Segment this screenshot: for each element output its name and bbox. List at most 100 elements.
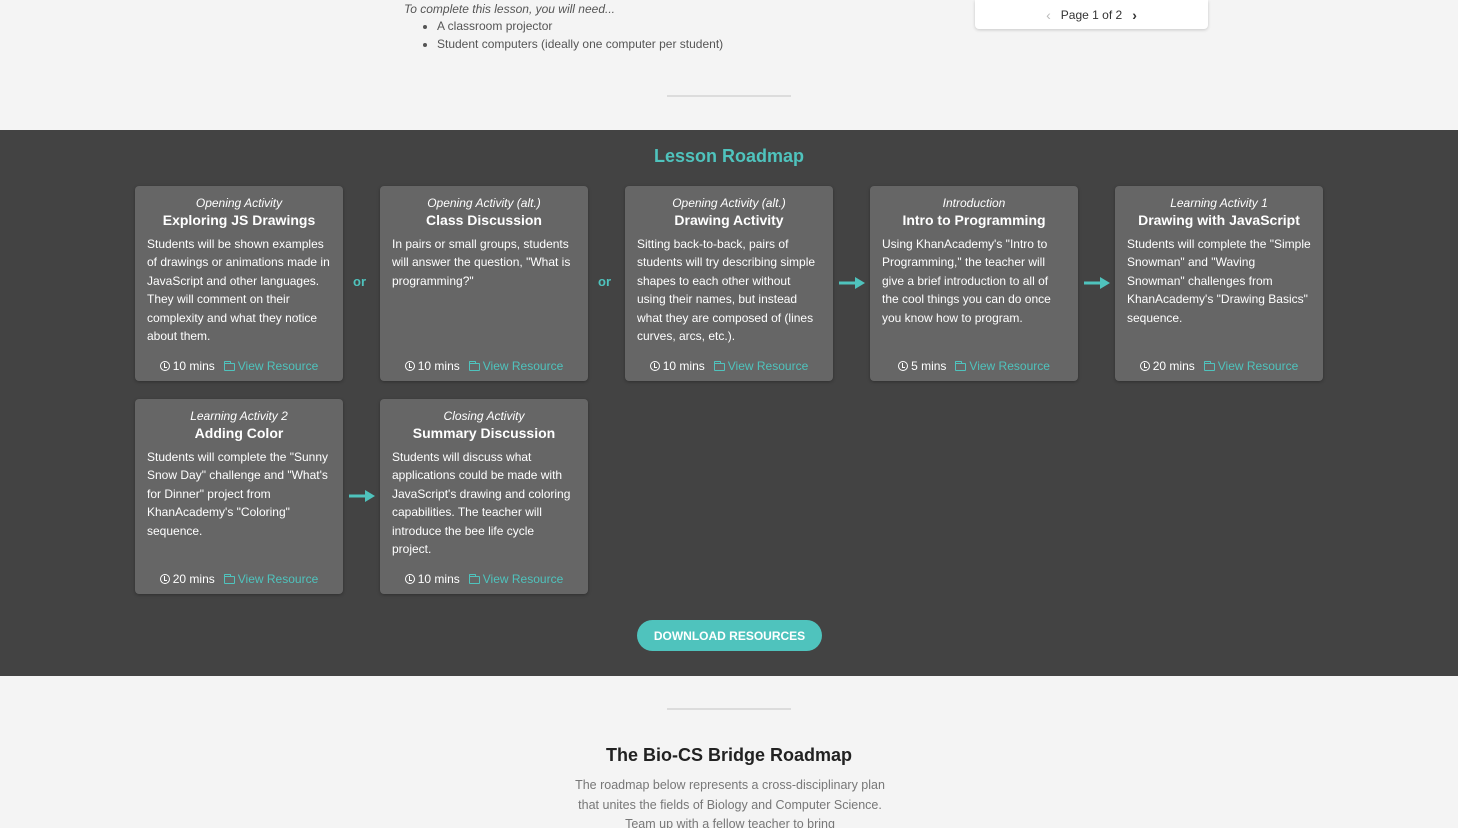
activity-type: Learning Activity 1 (1170, 196, 1268, 210)
chevron-right-icon[interactable]: › (1132, 8, 1137, 22)
clock-icon (159, 361, 170, 371)
view-resource-link[interactable]: View Resource (223, 359, 319, 373)
materials-needs: To complete this lesson, you will need..… (404, 2, 723, 55)
view-resource-label: View Resource (237, 359, 319, 373)
activity-description: Students will be shown examples of drawi… (147, 237, 330, 344)
view-resource-label: View Resource (237, 572, 319, 586)
activity-type: Introduction (942, 196, 1006, 210)
view-resource-label: View Resource (1217, 359, 1299, 373)
activity-type: Learning Activity 2 (190, 409, 288, 423)
view-resource-label: View Resource (482, 572, 564, 586)
activity-card: Learning Activity 2 Adding Color Student… (135, 399, 343, 594)
activity-duration: 5 mins (898, 359, 946, 373)
download-resources-button[interactable]: DOWNLOAD RESOURCES (637, 620, 822, 651)
clock-icon (898, 361, 909, 371)
materials-list: A classroom projector Student computers … (404, 19, 723, 52)
duration-label: 10 mins (662, 359, 705, 373)
activity-duration: 20 mins (1139, 359, 1195, 373)
activity-duration: 10 mins (404, 359, 460, 373)
view-resource-link[interactable]: View Resource (713, 359, 809, 373)
materials-intro: To complete this lesson, you will need..… (404, 2, 616, 16)
duration-label: 10 mins (417, 359, 460, 373)
activity-title: Exploring JS Drawings (162, 212, 316, 228)
folder-icon (468, 360, 480, 371)
list-item: Student computers (ideally one computer … (437, 37, 723, 52)
pagination: ‹ Page 1 of 2 › (975, 0, 1208, 29)
folder-icon (1203, 360, 1215, 371)
activity-meta: 10 mins View Resource (625, 359, 833, 373)
materials-section: To complete this lesson, you will need..… (0, 0, 1458, 130)
clock-icon (404, 361, 415, 371)
activity-meta: 20 mins View Resource (135, 572, 343, 586)
bio-cs-section: The Bio-CS Bridge Roadmap The roadmap be… (0, 676, 1458, 828)
activity-duration: 10 mins (159, 359, 215, 373)
activity-type: Opening Activity (195, 196, 283, 210)
activity-title: Intro to Programming (902, 212, 1046, 228)
folder-icon (223, 573, 235, 584)
activity-meta: 5 mins View Resource (870, 359, 1078, 373)
activity-title: Adding Color (194, 425, 284, 441)
activity-type: Opening Activity (alt.) (672, 196, 786, 210)
section-title: The Bio-CS Bridge Roadmap (605, 745, 852, 765)
arrow-right-icon (1084, 277, 1110, 289)
or-connector: or (353, 274, 366, 289)
view-resource-label: View Resource (482, 359, 564, 373)
activity-duration: 10 mins (404, 572, 460, 586)
or-connector: or (598, 274, 611, 289)
view-resource-link[interactable]: View Resource (955, 359, 1050, 373)
section-divider (667, 95, 791, 97)
activity-duration: 10 mins (649, 359, 705, 373)
list-item: A classroom projector (437, 19, 723, 34)
activity-card: Closing Activity Summary Discussion Stud… (380, 399, 588, 594)
activity-description: Students will complete the "Sunny Snow D… (147, 450, 329, 538)
activity-type: Opening Activity (alt.) (427, 196, 541, 210)
clock-icon (649, 361, 660, 371)
folder-icon (223, 360, 235, 371)
activity-description: In pairs or small groups, students will … (392, 237, 571, 288)
duration-label: 10 mins (172, 359, 215, 373)
view-resource-label: View Resource (969, 359, 1050, 373)
activity-card: Learning Activity 1 Drawing with JavaScr… (1115, 186, 1323, 381)
section-description: The roadmap below represents a cross-dis… (575, 778, 885, 828)
view-resource-label: View Resource (727, 359, 809, 373)
clock-icon (404, 574, 415, 584)
duration-label: 20 mins (172, 572, 215, 586)
activity-title: Drawing Activity (674, 212, 784, 228)
activity-card: Opening Activity (alt.) Drawing Activity… (625, 186, 833, 381)
clock-icon (1139, 361, 1150, 371)
duration-label: 10 mins (417, 572, 460, 586)
activity-type: Closing Activity (443, 409, 525, 423)
activity-card: Opening Activity Exploring JS Drawings S… (135, 186, 343, 381)
clock-icon (159, 574, 170, 584)
activity-title: Drawing with JavaScript (1138, 212, 1300, 228)
activity-description: Students will discuss what applications … (392, 450, 571, 557)
activity-card: Introduction Intro to Programming Using … (870, 186, 1078, 381)
chevron-left-icon[interactable]: ‹ (1046, 8, 1051, 22)
page-indicator: Page 1 of 2 (1060, 7, 1123, 22)
activity-title: Class Discussion (426, 212, 542, 228)
activity-meta: 10 mins View Resource (380, 572, 588, 586)
arrow-right-icon (839, 277, 865, 289)
duration-label: 5 mins (911, 359, 947, 373)
duration-label: 20 mins (1152, 359, 1195, 373)
activity-meta: 10 mins View Resource (380, 359, 588, 373)
activity-meta: 20 mins View Resource (1115, 359, 1323, 373)
lesson-roadmap-section: Lesson Roadmap Opening Activity Explorin… (0, 130, 1458, 676)
activity-description: Using KhanAcademy's "Intro to Programmin… (882, 237, 1051, 325)
activity-meta: 10 mins View Resource (135, 359, 343, 373)
activity-duration: 20 mins (159, 572, 215, 586)
activity-description: Students will complete the "Simple Snowm… (1127, 237, 1311, 325)
roadmap-title: Lesson Roadmap (653, 146, 805, 166)
activity-title: Summary Discussion (412, 425, 556, 441)
folder-icon (468, 573, 480, 584)
folder-icon (713, 360, 725, 371)
view-resource-link[interactable]: View Resource (468, 359, 564, 373)
activity-card: Opening Activity (alt.) Class Discussion… (380, 186, 588, 381)
view-resource-link[interactable]: View Resource (223, 572, 319, 586)
folder-icon (955, 360, 967, 371)
activity-description: Sitting back-to-back, pairs of students … (637, 237, 816, 344)
arrow-right-icon (349, 490, 375, 502)
view-resource-link[interactable]: View Resource (468, 572, 564, 586)
view-resource-link[interactable]: View Resource (1203, 359, 1299, 373)
section-divider (667, 708, 791, 710)
